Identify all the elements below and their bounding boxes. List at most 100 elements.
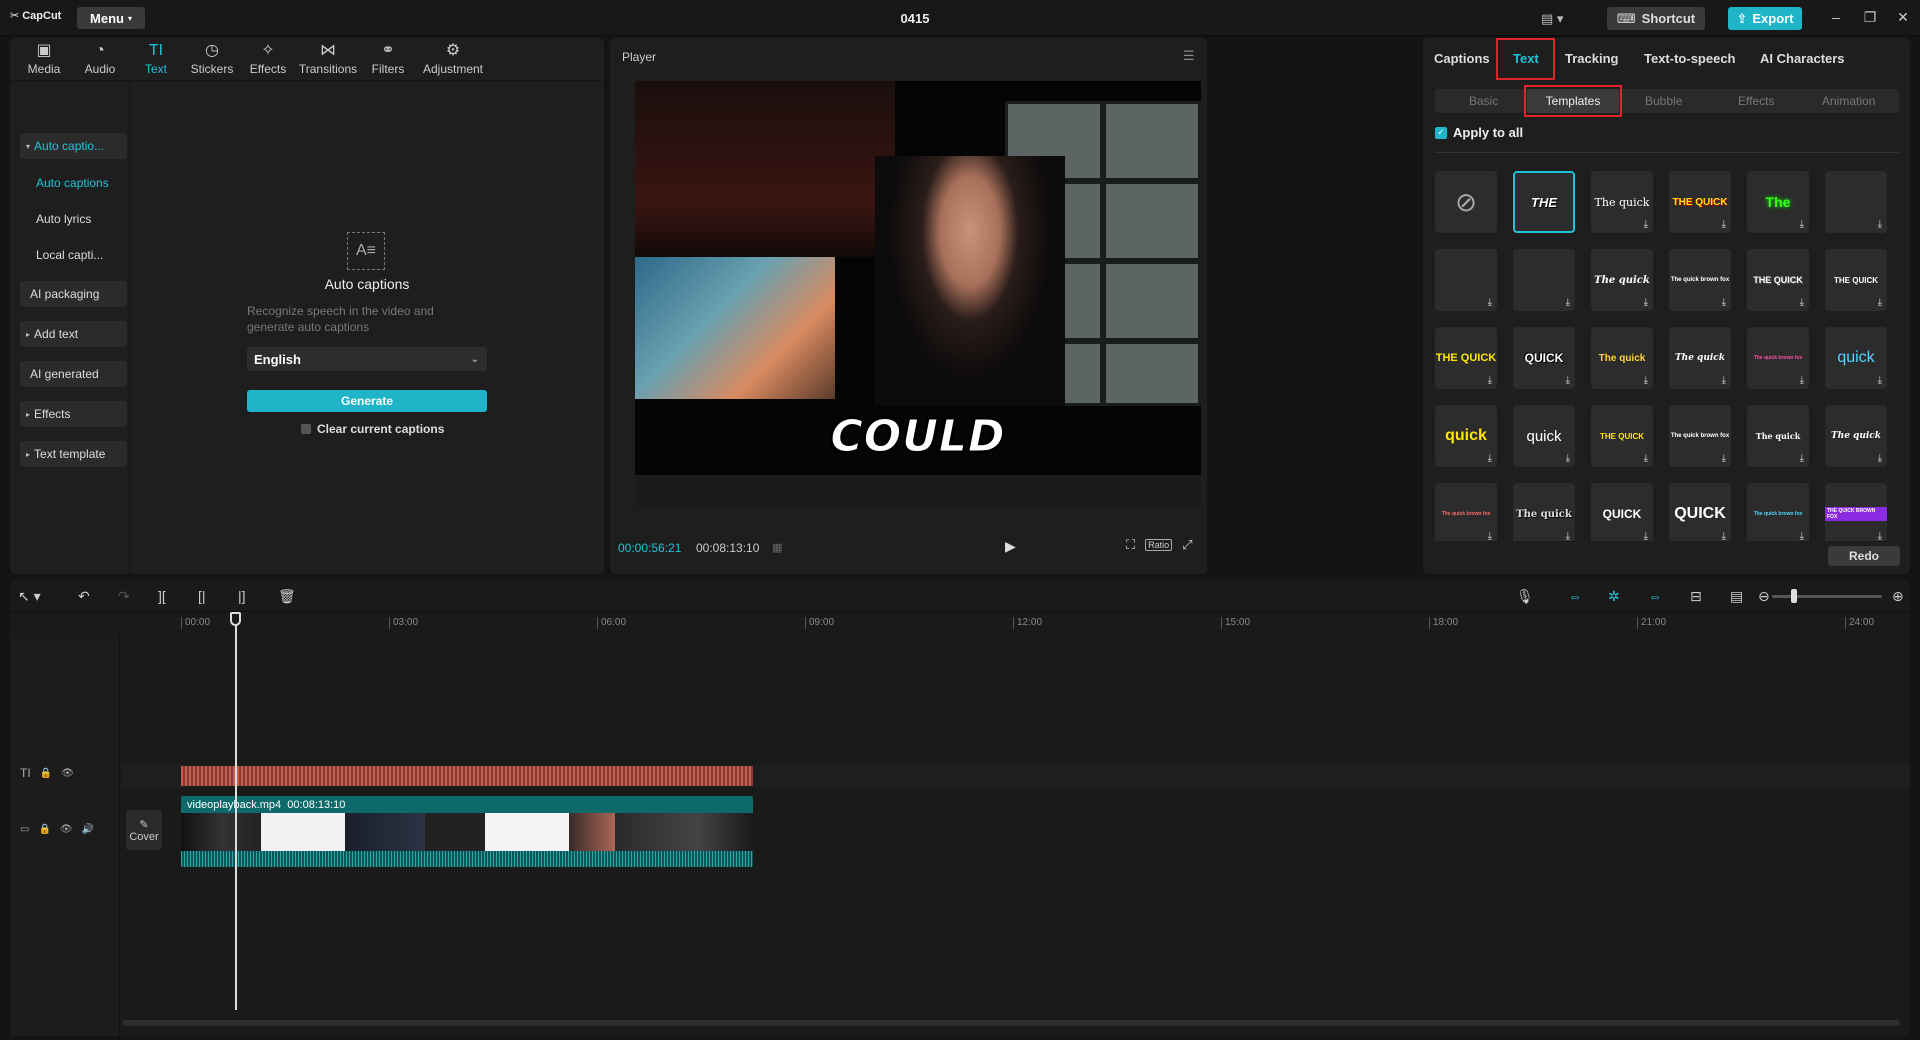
text-template-tile[interactable]: THE QUICK ⤓ (1591, 405, 1653, 467)
text-template-tile[interactable]: THE QUICK BROWN FOX ⤓ (1825, 483, 1887, 541)
lock-icon[interactable]: 🔒 (40, 768, 52, 779)
sidebar-item-local-captions[interactable]: Local capti... (36, 242, 126, 268)
text-template-tile[interactable]: THE QUICK ⤓ (1435, 327, 1497, 389)
text-template-tile[interactable]: ⤓ (1513, 249, 1575, 311)
language-select[interactable]: English ⌄ (247, 347, 487, 371)
download-icon[interactable]: ⤓ (1566, 453, 1570, 464)
sidebar-item-text-template[interactable]: ▸ Text template (20, 441, 127, 467)
restore-icon[interactable]: ❐ (1860, 9, 1880, 26)
subtab-basic[interactable]: Basic (1469, 89, 1498, 113)
download-icon[interactable]: ⤓ (1488, 375, 1492, 386)
text-template-tile[interactable]: The quick brown fox ⤓ (1747, 327, 1809, 389)
text-template-tile[interactable]: QUICK ⤓ (1513, 327, 1575, 389)
lock-icon[interactable]: 🔒 (38, 824, 50, 835)
tab-audio[interactable]: ◔ Audio (72, 38, 128, 80)
tab-transitions[interactable]: ⋈ Transitions (296, 38, 360, 80)
download-icon[interactable]: ⤓ (1488, 453, 1492, 464)
download-icon[interactable]: ⤓ (1800, 531, 1804, 541)
select-tool-icon[interactable]: ↖ ▾ (18, 588, 41, 605)
layout-icon[interactable]: ▤ ▾ (1541, 11, 1563, 27)
text-template-tile[interactable]: The quick brown fox ⤓ (1435, 483, 1497, 541)
fullscreen-icon[interactable]: ⤢ (1182, 537, 1192, 553)
download-icon[interactable]: ⤓ (1878, 375, 1882, 386)
download-icon[interactable]: ⤓ (1800, 453, 1804, 464)
text-template-tile[interactable]: quick ⤓ (1513, 405, 1575, 467)
download-icon[interactable]: ⤓ (1488, 531, 1492, 541)
timeline-scrollbar[interactable] (122, 1020, 1900, 1026)
tab-media[interactable]: ▣ Media (16, 38, 72, 80)
timecode-format-icon[interactable]: ▦ (772, 541, 782, 554)
undo-icon[interactable]: ↶ (78, 588, 90, 605)
timeline-ruler[interactable]: 00:00 03:00 06:00 09:00 12:00 15:00 18:00 21:00… (122, 614, 1910, 634)
tab-adjustment[interactable]: ⚙ Adjustment (416, 38, 490, 80)
download-icon[interactable]: ⤓ (1644, 297, 1648, 308)
download-icon[interactable]: ⤓ (1722, 453, 1726, 464)
split-right-icon[interactable]: |] (238, 588, 246, 604)
text-template-tile[interactable]: ⤓ (1435, 249, 1497, 311)
download-icon[interactable]: ⤓ (1878, 531, 1882, 541)
tab-stickers[interactable]: ◷ Stickers (184, 38, 240, 80)
split-icon[interactable]: ][ (158, 588, 166, 604)
subtab-animation[interactable]: Animation (1822, 89, 1875, 113)
close-icon[interactable]: ✕ (1893, 9, 1913, 26)
text-template-tile[interactable]: quick ⤓ (1435, 405, 1497, 467)
sidebar-item-effects[interactable]: ▸ Effects (20, 401, 127, 427)
download-icon[interactable]: ⤓ (1566, 375, 1570, 386)
download-icon[interactable]: ⤓ (1488, 297, 1492, 308)
download-icon[interactable]: ⤓ (1644, 453, 1648, 464)
download-icon[interactable]: ⤓ (1644, 219, 1648, 230)
play-icon[interactable]: ▶ (1005, 538, 1016, 555)
split-left-icon[interactable]: [| (198, 588, 206, 604)
snapshot-icon[interactable]: ⛶ (1126, 537, 1135, 553)
video-clip[interactable]: videoplayback.mp4 00:08:13:10 (181, 796, 753, 867)
text-template-tile[interactable]: ⤓ (1825, 171, 1887, 233)
download-icon[interactable]: ⤓ (1800, 375, 1804, 386)
preview-axis-icon[interactable]: ⊟ (1690, 588, 1702, 605)
download-icon[interactable]: ⤓ (1878, 219, 1882, 230)
text-template-tile[interactable]: The quick ⤓ (1825, 405, 1887, 467)
eye-icon[interactable]: 👁 (60, 824, 73, 835)
download-icon[interactable]: ⤓ (1800, 219, 1804, 230)
sidebar-item-ai-packaging[interactable]: AI packaging (20, 281, 127, 307)
download-icon[interactable]: ⤓ (1722, 297, 1726, 308)
text-template-tile[interactable]: THE QUICK ⤓ (1669, 171, 1731, 233)
zoom-slider-handle[interactable] (1791, 589, 1797, 603)
text-template-tile[interactable]: THE (1513, 171, 1575, 233)
download-icon[interactable]: ⤓ (1722, 219, 1726, 230)
tab-tracking[interactable]: Tracking (1565, 38, 1618, 78)
ratio-button[interactable]: Ratio (1145, 539, 1173, 551)
caption-track-clips[interactable] (181, 766, 753, 786)
download-icon[interactable]: ⤓ (1800, 297, 1804, 308)
text-template-tile[interactable]: The quick brown fox ⤓ (1669, 405, 1731, 467)
text-template-tile[interactable]: The quick ⤓ (1513, 483, 1575, 541)
caption-overlay[interactable]: COULD (635, 411, 1201, 463)
download-icon[interactable]: ⤓ (1878, 297, 1882, 308)
text-template-tile[interactable]: ⊘ (1435, 171, 1497, 233)
minimize-icon[interactable]: – (1826, 9, 1846, 25)
apply-all-checkbox[interactable]: ✓ Apply to all (1435, 125, 1523, 140)
zoom-slider[interactable] (1772, 595, 1882, 598)
zoom-out-icon[interactable]: ⊖ (1758, 588, 1770, 605)
text-template-tile[interactable]: The quick brown fox ⤓ (1669, 249, 1731, 311)
download-icon[interactable]: ⤓ (1878, 453, 1882, 464)
text-template-tile[interactable]: QUICK ⤓ (1669, 483, 1731, 541)
text-template-tile[interactable]: The quick ⤓ (1747, 405, 1809, 467)
delete-icon[interactable]: 🗑 (278, 588, 296, 605)
playhead[interactable] (235, 612, 237, 1010)
download-icon[interactable]: ⤓ (1644, 375, 1648, 386)
text-template-tile[interactable]: quick ⤓ (1825, 327, 1887, 389)
generate-button[interactable]: Generate (247, 390, 487, 412)
download-icon[interactable]: ⤓ (1566, 531, 1570, 541)
download-icon[interactable]: ⤓ (1722, 531, 1726, 541)
subtab-bubble[interactable]: Bubble (1645, 89, 1682, 113)
microphone-icon[interactable]: 🎙 (1516, 588, 1534, 605)
auto-snap-icon[interactable]: ✲ (1608, 588, 1620, 605)
sidebar-item-ai-generated[interactable]: AI generated (20, 361, 127, 387)
download-icon[interactable]: ⤓ (1722, 375, 1726, 386)
download-icon[interactable]: ⤓ (1566, 297, 1570, 308)
redo-icon[interactable]: ↷ (118, 588, 130, 605)
tab-text-to-speech[interactable]: Text-to-speech (1644, 38, 1736, 78)
subtab-effects[interactable]: Effects (1738, 89, 1774, 113)
sidebar-item-auto-lyrics[interactable]: Auto lyrics (36, 206, 126, 232)
audio-mute-icon[interactable]: 🔊 (82, 824, 94, 835)
